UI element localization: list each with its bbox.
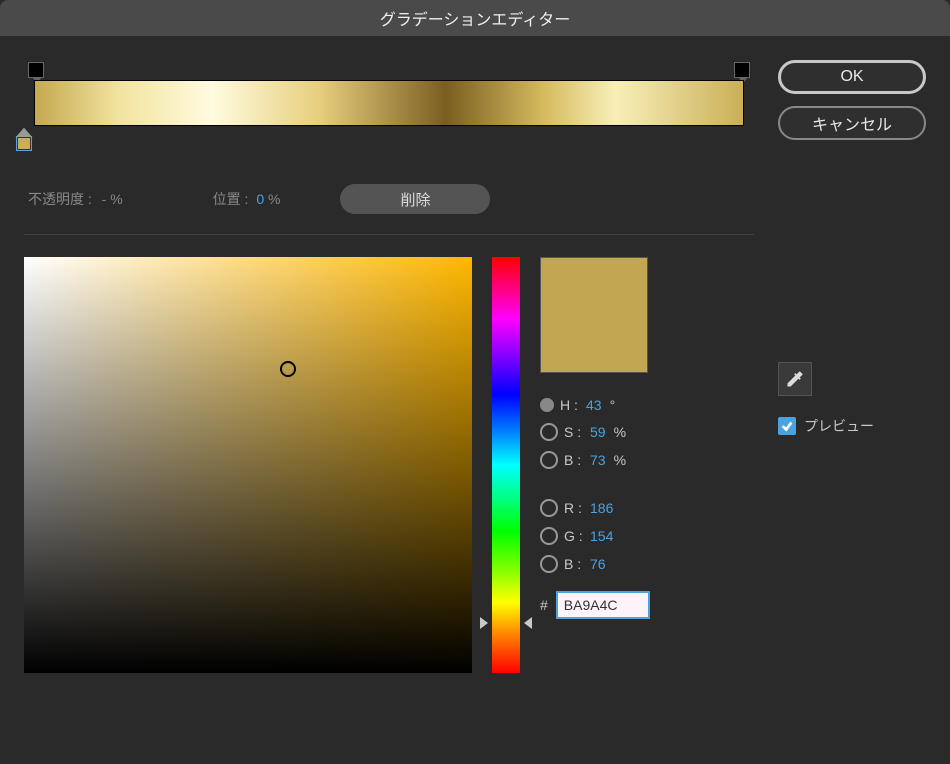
sb-cursor[interactable] — [280, 361, 296, 377]
position-value[interactable]: 0 — [256, 191, 264, 207]
b-unit: % — [614, 452, 626, 468]
opacity-stop[interactable] — [734, 62, 750, 78]
preview-checkbox[interactable] — [778, 417, 796, 435]
hue-slider[interactable] — [492, 257, 520, 673]
b2-value[interactable]: 76 — [590, 556, 606, 572]
opacity-label: 不透明度 : — [28, 191, 92, 207]
b2-radio[interactable] — [540, 555, 558, 573]
saturation-brightness-field[interactable] — [24, 257, 472, 673]
b-value[interactable]: 73 — [590, 452, 606, 468]
eyedropper-button[interactable] — [778, 362, 812, 396]
opacity-stop[interactable] — [28, 62, 44, 78]
opacity-value: - % — [102, 191, 123, 207]
position-label: 位置 : — [213, 191, 249, 207]
check-icon — [780, 419, 794, 433]
h-unit: ° — [610, 397, 616, 413]
s-value[interactable]: 59 — [590, 424, 606, 440]
s-unit: % — [614, 424, 626, 440]
bri-radio[interactable] — [540, 451, 558, 469]
hex-hash: # — [540, 597, 548, 613]
position-unit: % — [268, 191, 280, 207]
ok-button[interactable]: OK — [778, 60, 926, 94]
r-value[interactable]: 186 — [590, 500, 613, 516]
color-stop[interactable] — [16, 128, 32, 150]
g-label: G : — [564, 528, 584, 544]
current-color-swatch — [540, 257, 648, 373]
s-label: S : — [564, 424, 584, 440]
g-radio[interactable] — [540, 527, 558, 545]
gradient-editor[interactable] — [24, 54, 754, 164]
eyedropper-icon — [785, 369, 805, 389]
hue-pointer-left-icon — [480, 617, 488, 629]
gradient-bar[interactable] — [34, 80, 744, 126]
b2-label: B : — [564, 556, 584, 572]
r-label: R : — [564, 500, 584, 516]
b-label: B : — [564, 452, 584, 468]
hue-radio[interactable] — [540, 398, 554, 412]
h-value[interactable]: 43 — [586, 397, 602, 413]
preview-checkbox-row[interactable]: プレビュー — [778, 416, 874, 436]
r-radio[interactable] — [540, 499, 558, 517]
h-label: H : — [560, 397, 580, 413]
dialog-title: グラデーションエディター — [0, 0, 950, 36]
hex-input[interactable] — [556, 591, 650, 619]
cancel-button[interactable]: キャンセル — [778, 106, 926, 140]
g-value[interactable]: 154 — [590, 528, 613, 544]
delete-button[interactable]: 削除 — [340, 184, 490, 214]
sat-radio[interactable] — [540, 423, 558, 441]
preview-label: プレビュー — [804, 416, 874, 436]
hue-pointer-right-icon — [524, 617, 532, 629]
